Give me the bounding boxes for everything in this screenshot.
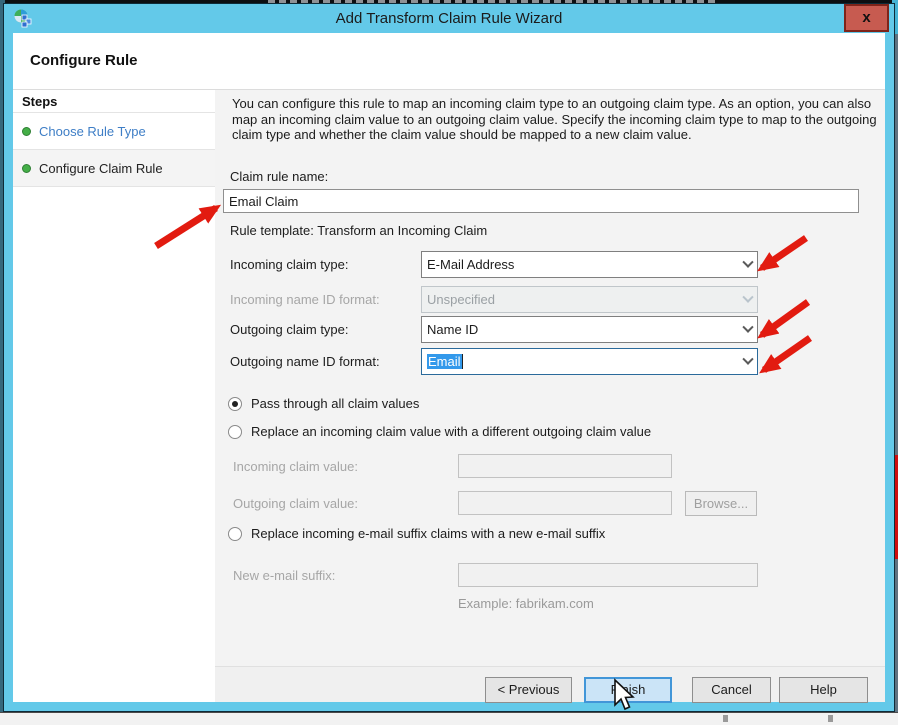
background-tick xyxy=(723,715,728,722)
radio-replace-claim-value[interactable]: Replace an incoming claim value with a d… xyxy=(228,424,651,439)
radio-selected-icon[interactable] xyxy=(228,397,242,411)
background-window-bottom-edge xyxy=(0,712,898,725)
outgoing-claim-type-label: Outgoing claim type: xyxy=(230,322,349,337)
finish-button[interactable]: Finish xyxy=(584,677,672,703)
dropdown-value: Unspecified xyxy=(427,292,744,307)
sidebar-item-label: Choose Rule Type xyxy=(39,124,146,139)
background-tick xyxy=(828,715,833,722)
help-button[interactable]: Help xyxy=(779,677,868,703)
previous-button[interactable]: < Previous xyxy=(485,677,572,703)
green-dot-icon xyxy=(22,127,31,136)
selected-text: Email xyxy=(427,354,463,369)
title-bar[interactable]: Add Transform Claim Rule Wizard x xyxy=(4,4,894,33)
radio-pass-through[interactable]: Pass through all claim values xyxy=(228,396,419,411)
sidebar-item-label: Configure Claim Rule xyxy=(39,161,163,176)
sidebar-item-configure-claim-rule[interactable]: Configure Claim Rule xyxy=(13,150,215,187)
incoming-name-id-format-dropdown: Unspecified xyxy=(421,286,758,313)
outgoing-claim-value-input xyxy=(458,491,672,515)
button-strip: < Previous Finish Cancel Help xyxy=(215,666,885,702)
incoming-claim-value-input xyxy=(458,454,672,478)
claim-rule-name-label: Claim rule name: xyxy=(230,169,328,184)
example-text: Example: fabrikam.com xyxy=(458,596,594,611)
new-email-suffix-label: New e-mail suffix: xyxy=(233,568,335,583)
browse-button: Browse... xyxy=(685,491,757,516)
rule-template-text: Rule template: Transform an Incoming Cla… xyxy=(230,223,487,238)
incoming-claim-type-label: Incoming claim type: xyxy=(230,257,349,272)
steps-sidebar: Steps Choose Rule Type Configure Claim R… xyxy=(13,90,215,702)
incoming-name-id-format-label: Incoming name ID format: xyxy=(230,292,380,307)
claim-rule-name-input[interactable] xyxy=(223,189,859,213)
add-transform-claim-rule-wizard-dialog: Add Transform Claim Rule Wizard x Config… xyxy=(4,4,894,711)
dialog-content: Configure Rule Steps Choose Rule Type Co… xyxy=(13,33,885,702)
outgoing-name-id-format-dropdown[interactable]: Email xyxy=(421,348,758,375)
chevron-down-icon xyxy=(742,291,753,302)
page-title: Configure Rule xyxy=(30,52,138,69)
outgoing-claim-value-label: Outgoing claim value: xyxy=(233,496,358,511)
chevron-down-icon[interactable] xyxy=(742,353,753,364)
outgoing-claim-type-dropdown[interactable]: Name ID xyxy=(421,316,758,343)
incoming-claim-value-label: Incoming claim value: xyxy=(233,459,358,474)
dropdown-value: E-Mail Address xyxy=(427,257,744,272)
close-button[interactable]: x xyxy=(844,4,889,32)
cancel-button[interactable]: Cancel xyxy=(692,677,771,703)
rule-config-panel: You can configure this rule to map an in… xyxy=(215,90,885,702)
incoming-claim-type-dropdown[interactable]: E-Mail Address xyxy=(421,251,758,278)
description-text: You can configure this rule to map an in… xyxy=(232,96,880,143)
chevron-down-icon[interactable] xyxy=(742,256,753,267)
new-email-suffix-input xyxy=(458,563,758,587)
outgoing-name-id-format-label: Outgoing name ID format: xyxy=(230,354,380,369)
screen: Add Transform Claim Rule Wizard x Config… xyxy=(0,0,898,725)
radio-unselected-icon[interactable] xyxy=(228,425,242,439)
sidebar-item-choose-rule-type[interactable]: Choose Rule Type xyxy=(13,113,215,150)
chevron-down-icon[interactable] xyxy=(742,321,753,332)
dropdown-value: Name ID xyxy=(427,322,744,337)
steps-heading: Steps xyxy=(13,90,215,113)
window-title: Add Transform Claim Rule Wizard xyxy=(4,10,894,27)
radio-replace-email-suffix[interactable]: Replace incoming e-mail suffix claims wi… xyxy=(228,526,605,541)
wizard-header: Configure Rule xyxy=(13,33,885,90)
radio-unselected-icon[interactable] xyxy=(228,527,242,541)
green-dot-icon xyxy=(22,164,31,173)
